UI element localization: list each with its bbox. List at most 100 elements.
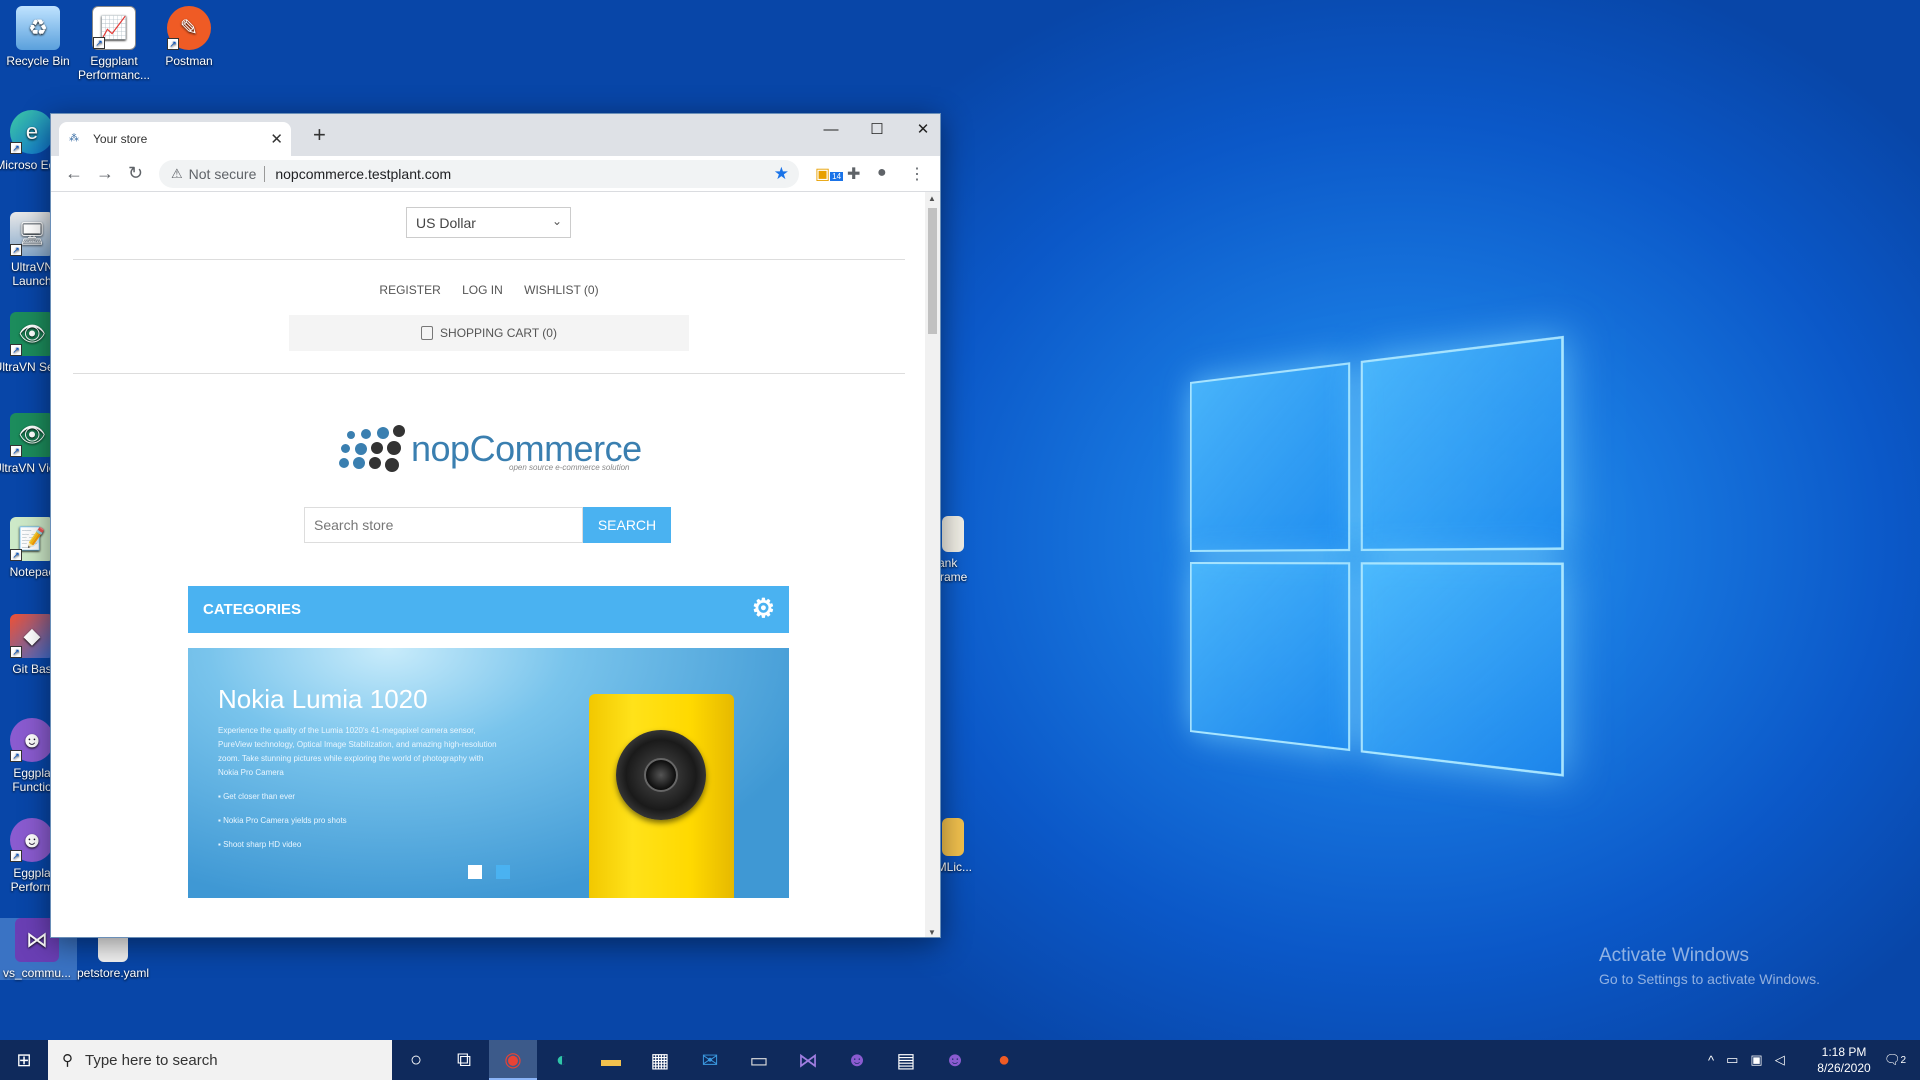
- product-slider[interactable]: Nokia Lumia 1020 Experience the quality …: [188, 648, 789, 898]
- back-button[interactable]: ←: [65, 164, 83, 182]
- chevron-up-icon[interactable]: ^: [1708, 1053, 1714, 1068]
- eggplant-performance-icon: 📈 ↗: [92, 6, 136, 50]
- search-button[interactable]: SEARCH: [583, 507, 671, 543]
- clock-time: 1:18 PM: [1821, 1045, 1867, 1059]
- nokia-phone-image: [589, 694, 734, 898]
- minimize-button[interactable]: —: [808, 114, 854, 144]
- taskbar-search-box[interactable]: ⚲ Type here to search: [48, 1040, 392, 1080]
- slider-description: Experience the quality of the Lumia 1020…: [218, 726, 497, 777]
- camera-lens-image: [616, 730, 706, 820]
- logo-tagline: open source e-commerce solution: [509, 463, 630, 472]
- tab-your-store[interactable]: ⁂ Your store ✕: [59, 122, 291, 156]
- zip-folder-icon: [942, 818, 964, 856]
- desktop-icon-recycle-bin[interactable]: ♻ Recycle Bin: [0, 6, 78, 68]
- edge-icon[interactable]: ◐: [538, 1040, 586, 1080]
- task-view-icon[interactable]: ⧉: [440, 1040, 488, 1080]
- visual-studio-icon[interactable]: ⋈: [784, 1040, 832, 1080]
- mail-icon[interactable]: ✉: [686, 1040, 734, 1080]
- scroll-down-icon[interactable]: ▼: [928, 928, 936, 937]
- not-secure-label[interactable]: Not secure: [189, 166, 257, 182]
- currency-select[interactable]: US Dollar ⌄: [406, 207, 571, 238]
- browser-toolbar: ← → ↻ ⚠ Not secure nopcommerce.testplant…: [51, 156, 940, 192]
- gear-icon[interactable]: ⚙: [752, 594, 775, 622]
- clock[interactable]: 1:18 PM 8/26/2020: [1808, 1044, 1880, 1076]
- recycle-bin-icon: ♻: [16, 6, 60, 50]
- warning-icon: ⚠: [171, 166, 183, 181]
- eggplant-performance-icon[interactable]: ▤: [882, 1040, 930, 1080]
- extension-badge: 14: [830, 172, 844, 181]
- terminal-icon[interactable]: ▭: [735, 1040, 783, 1080]
- profile-icon[interactable]: ●: [877, 164, 887, 182]
- search-input[interactable]: Search store: [304, 507, 583, 543]
- system-tray: ^ ▭ ▣ ◁: [1708, 1040, 1785, 1080]
- notification-center-icon[interactable]: 🗨 2: [1884, 1040, 1906, 1080]
- scroll-up-icon[interactable]: ▲: [928, 194, 936, 203]
- shopping-bag-icon: [421, 326, 434, 340]
- slider-bullet: ▪ Shoot sharp HD video: [218, 840, 302, 849]
- eggplant-manager-icon[interactable]: ☻: [931, 1040, 979, 1080]
- page-viewport: US Dollar ⌄ REGISTER LOG IN WISHLIST (0)…: [51, 192, 927, 937]
- desktop-icon-eggplant-performance[interactable]: 📈 ↗ Eggplant Performanc...: [74, 6, 154, 82]
- ultravnc-server-icon: 👁 ↗: [10, 312, 54, 356]
- search-icon: ⚲: [62, 1052, 73, 1069]
- ultravnc-launcher-icon: 🖥 ↗: [10, 212, 54, 256]
- eggplant-performance-icon: ☻ ↗: [10, 818, 54, 862]
- file-explorer-icon[interactable]: ▬: [587, 1040, 635, 1080]
- categories-label: CATEGORIES: [203, 601, 302, 618]
- eggplant-functional-icon: ☻ ↗: [10, 718, 54, 762]
- header-links: REGISTER LOG IN WISHLIST (0): [51, 283, 927, 297]
- maximize-button[interactable]: ☐: [854, 114, 900, 144]
- tab-strip: ⁂ Your store ✕ + — ☐ ✕: [51, 114, 940, 156]
- notepad-icon: 📝 ↗: [10, 517, 54, 561]
- close-tab-icon[interactable]: ✕: [270, 130, 283, 148]
- reload-button[interactable]: ↻: [128, 164, 143, 182]
- extension-icon[interactable]: ▣ 14: [815, 164, 844, 184]
- cortana-icon[interactable]: ○: [392, 1040, 440, 1080]
- activate-windows-watermark: Activate Windows Go to Settings to activ…: [1599, 945, 1820, 987]
- battery-icon[interactable]: ▭: [1726, 1052, 1738, 1068]
- cart-label: SHOPPING CART (0): [440, 326, 557, 340]
- divider: [73, 373, 905, 374]
- volume-icon[interactable]: ◁: [1775, 1052, 1785, 1068]
- tab-title: Your store: [93, 132, 148, 146]
- slider-title: Nokia Lumia 1020: [218, 684, 428, 714]
- forward-button[interactable]: →: [96, 164, 114, 182]
- desktop-icon-postman[interactable]: ✎ ↗ Postman: [149, 6, 229, 68]
- shopping-cart-link[interactable]: SHOPPING CART (0): [289, 315, 689, 351]
- search-placeholder: Search store: [314, 517, 394, 533]
- address-bar[interactable]: ⚠ Not secure nopcommerce.testplant.com ★: [159, 160, 799, 188]
- page-scrollbar[interactable]: ▲ ▼: [925, 192, 940, 937]
- postman-icon: ✎ ↗: [167, 6, 211, 50]
- scrollbar-thumb[interactable]: [928, 208, 937, 334]
- desktop-icon-petstore-yaml[interactable]: petstore.yaml: [73, 932, 153, 980]
- eggplant-functional-icon[interactable]: ☻: [833, 1040, 881, 1080]
- network-icon[interactable]: ▣: [1750, 1052, 1762, 1068]
- new-tab-button[interactable]: +: [313, 124, 326, 146]
- wishlist-link[interactable]: WISHLIST (0): [524, 283, 598, 297]
- slider-dot-1[interactable]: [468, 865, 482, 879]
- menu-dots-icon[interactable]: ⋮: [909, 164, 925, 184]
- close-window-button[interactable]: ✕: [900, 114, 940, 144]
- slider-dot-2[interactable]: [496, 865, 510, 879]
- browser-window: ⁂ Your store ✕ + — ☐ ✕ ← → ↻ ⚠ Not secur…: [50, 113, 941, 938]
- taskbar: ⊞ ⚲ Type here to search ○ ⧉ ◉ ◐ ▬ ▦ ✉ ▭ …: [0, 1040, 1920, 1080]
- categories-bar[interactable]: CATEGORIES ⚙: [188, 586, 789, 633]
- clock-date: 8/26/2020: [1817, 1061, 1871, 1075]
- register-link[interactable]: REGISTER: [379, 283, 440, 297]
- currency-value: US Dollar: [416, 214, 476, 231]
- start-button[interactable]: ⊞: [0, 1040, 48, 1080]
- windows-logo-wallpaper: [1190, 335, 1567, 784]
- nopcommerce-favicon-icon: ⁂: [69, 133, 79, 144]
- postman-icon[interactable]: ●: [980, 1040, 1028, 1080]
- store-icon[interactable]: ▦: [636, 1040, 684, 1080]
- login-link[interactable]: LOG IN: [462, 283, 503, 297]
- chrome-icon[interactable]: ◉: [489, 1040, 537, 1080]
- nopcommerce-logo[interactable]: nopCommerce open source e-commerce solut…: [339, 425, 642, 473]
- notification-count: 2: [1900, 1054, 1907, 1066]
- slider-bullet: ▪ Get closer than ever: [218, 792, 296, 801]
- bookmark-star-icon[interactable]: ★: [774, 164, 789, 184]
- url-text: nopcommerce.testplant.com: [275, 166, 452, 182]
- logo-dots-icon: [339, 425, 407, 473]
- extensions-puzzle-icon[interactable]: ✚: [847, 164, 860, 184]
- ultravnc-viewer-icon: 👁 ↗: [10, 413, 54, 457]
